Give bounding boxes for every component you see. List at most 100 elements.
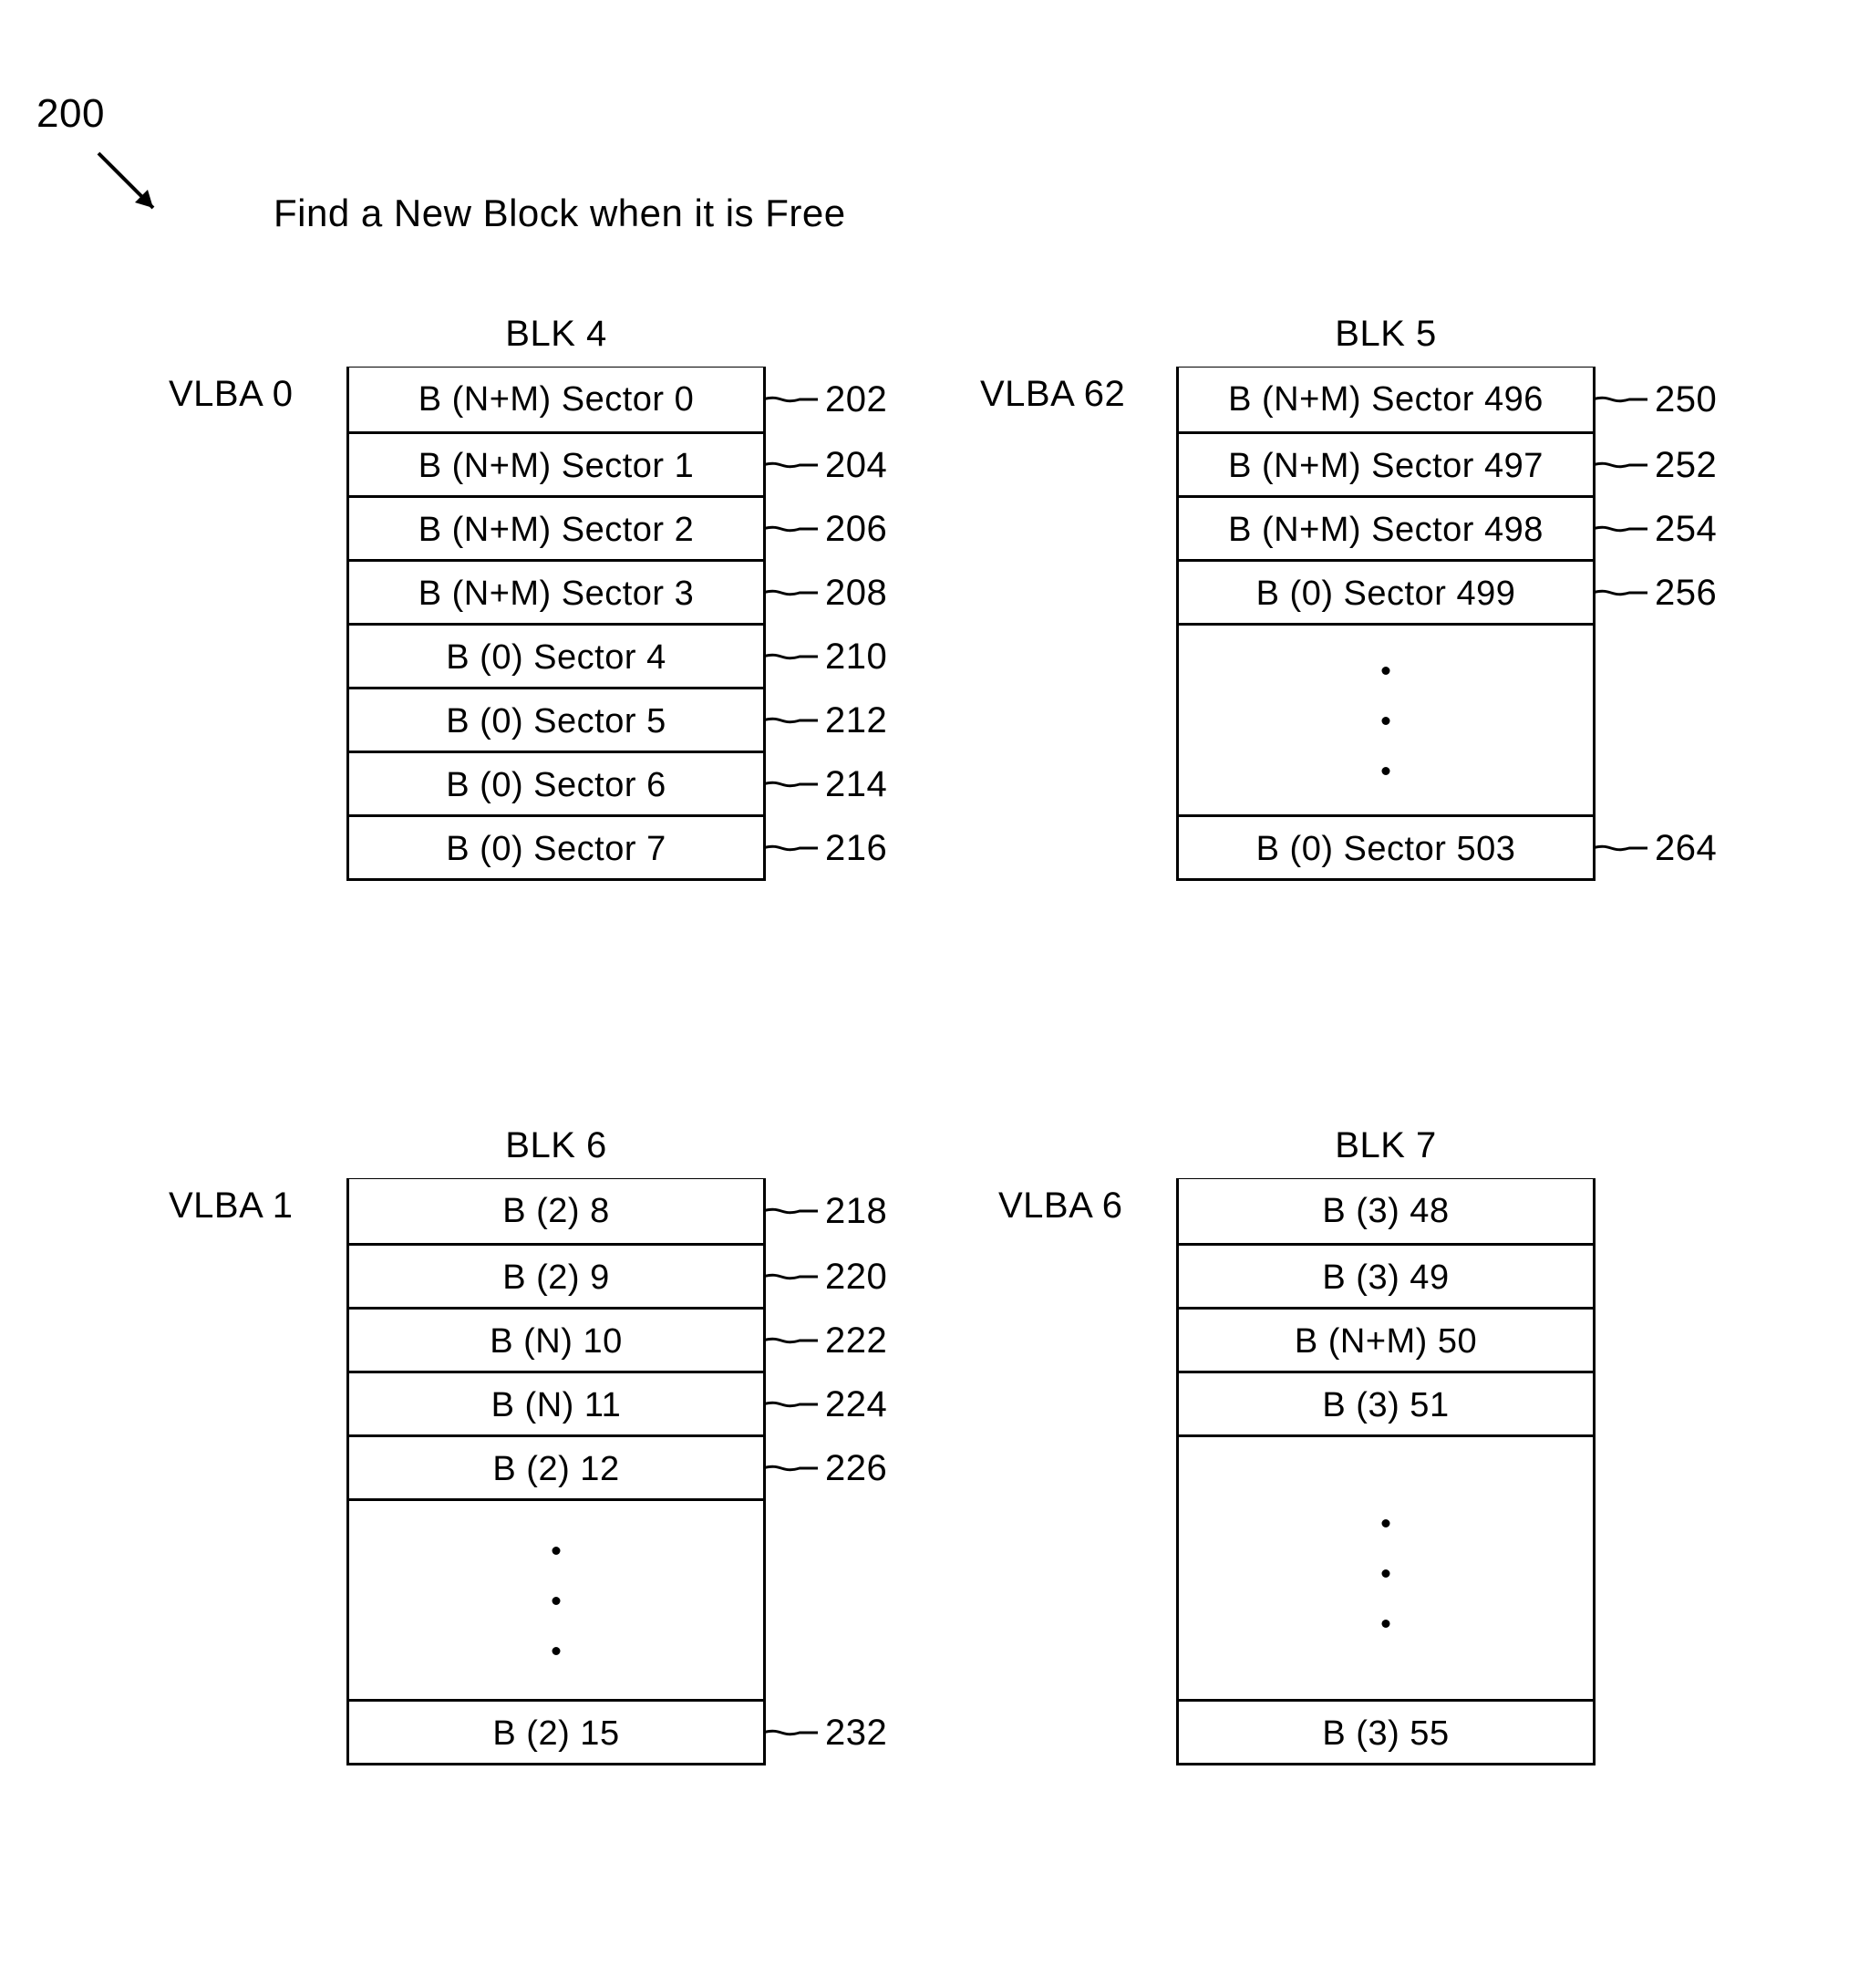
dot-icon	[1382, 767, 1390, 775]
callout-number: 264	[1655, 816, 1717, 880]
callout-number: 226	[825, 1436, 887, 1500]
ellipsis-row	[1179, 623, 1593, 814]
callout-number: 222	[825, 1309, 887, 1372]
sector-text: B (N+M) 50	[1295, 1322, 1477, 1361]
vlba-label: VLBA 62	[980, 374, 1125, 415]
callout: 208	[763, 575, 887, 611]
sector-text: B (3) 55	[1322, 1714, 1449, 1753]
sector-text: B (0) Sector 5	[446, 702, 666, 740]
sector-row: B (N+M) Sector 497 252	[1179, 431, 1593, 495]
blk-label: BLK 5	[1176, 314, 1596, 355]
sector-row: B (N) 10 222	[349, 1307, 763, 1371]
diagram-canvas: 200 Find a New Block when it is Free VLB…	[0, 0, 1859, 1988]
ellipsis-row	[1179, 1434, 1593, 1699]
dot-icon	[1382, 1519, 1390, 1527]
callout: 218	[763, 1193, 887, 1229]
callout-number: 220	[825, 1245, 887, 1309]
sector-row: B (3) 49	[1179, 1243, 1593, 1307]
dot-icon	[1382, 1620, 1390, 1628]
sector-text: B (N+M) Sector 3	[418, 575, 695, 613]
sector-row: B (N+M) Sector 1 204	[349, 431, 763, 495]
callout-number: 214	[825, 752, 887, 816]
callout: 216	[763, 830, 887, 866]
sector-text: B (0) Sector 6	[446, 766, 666, 804]
ref-arrow	[91, 146, 173, 228]
figure-ref-number: 200	[36, 91, 105, 137]
sector-row: B (2) 8 218	[349, 1179, 763, 1243]
callout-number: 224	[825, 1372, 887, 1436]
sector-row: B (N+M) Sector 496 250	[1179, 368, 1593, 431]
callout: 232	[763, 1714, 887, 1751]
sector-row: B (N+M) Sector 0 202	[349, 368, 763, 431]
callout: 210	[763, 638, 887, 675]
dot-icon	[553, 1547, 561, 1555]
sector-text: B (3) 49	[1322, 1258, 1449, 1297]
callout: 212	[763, 702, 887, 739]
callout-number: 206	[825, 497, 887, 561]
sector-row: B (2) 12 226	[349, 1434, 763, 1498]
sector-text: B (2) 8	[502, 1192, 610, 1230]
sector-row: B (0) Sector 6 214	[349, 751, 763, 814]
callout-number: 254	[1655, 497, 1717, 561]
sector-row: B (0) Sector 4 210	[349, 623, 763, 687]
vlba-label: VLBA 6	[998, 1186, 1122, 1227]
callout-number: 252	[1655, 433, 1717, 497]
callout-number: 202	[825, 368, 887, 431]
vlba-label: VLBA 0	[169, 374, 293, 415]
callout: 224	[763, 1386, 887, 1423]
callout-number: 250	[1655, 368, 1717, 431]
diagram-title: Find a New Block when it is Free	[274, 192, 846, 235]
sector-text: B (N) 11	[491, 1386, 622, 1424]
dot-icon	[1382, 667, 1390, 675]
sector-row: B (0) Sector 5 212	[349, 687, 763, 751]
sector-text: B (0) Sector 503	[1256, 830, 1516, 868]
dot-icon	[553, 1647, 561, 1655]
callout-number: 218	[825, 1179, 887, 1243]
sector-row: B (0) Sector 499 256	[1179, 559, 1593, 623]
sector-row: B (0) Sector 7 216	[349, 814, 763, 878]
callout-number: 208	[825, 561, 887, 625]
blk-label: BLK 7	[1176, 1125, 1596, 1166]
callout: 220	[763, 1258, 887, 1295]
callout: 214	[763, 766, 887, 802]
sector-text: B (0) Sector 7	[446, 830, 666, 868]
sector-text: B (2) 15	[492, 1714, 619, 1753]
callout-number: 204	[825, 433, 887, 497]
sector-row: B (N) 11 224	[349, 1371, 763, 1434]
sector-row: B (3) 55	[1179, 1699, 1593, 1763]
dot-icon	[1382, 717, 1390, 725]
callout-number: 212	[825, 689, 887, 752]
blk-label: BLK 4	[346, 314, 766, 355]
sector-text: B (2) 9	[502, 1258, 610, 1297]
dot-icon	[553, 1597, 561, 1605]
sector-row: B (N+M) 50	[1179, 1307, 1593, 1371]
callout: 256	[1593, 575, 1717, 611]
sector-row: B (3) 51	[1179, 1371, 1593, 1434]
callout: 254	[1593, 511, 1717, 547]
vlba-label: VLBA 1	[169, 1186, 293, 1227]
callout-number: 216	[825, 816, 887, 880]
sector-text: B (N+M) Sector 496	[1228, 380, 1544, 419]
sector-text: B (0) Sector 4	[446, 638, 666, 677]
callout-number: 210	[825, 625, 887, 689]
callout: 226	[763, 1450, 887, 1486]
sector-row: B (2) 9 220	[349, 1243, 763, 1307]
sector-text: B (N) 10	[490, 1322, 622, 1361]
callout: 202	[763, 381, 887, 418]
blk-label: BLK 6	[346, 1125, 766, 1166]
sector-text: B (3) 48	[1322, 1192, 1449, 1230]
callout-number: 256	[1655, 561, 1717, 625]
callout: 222	[763, 1322, 887, 1359]
sector-text: B (N+M) Sector 0	[418, 380, 695, 419]
sector-text: B (0) Sector 499	[1256, 575, 1516, 613]
callout: 204	[763, 447, 887, 483]
sector-row: B (0) Sector 503 264	[1179, 814, 1593, 878]
callout: 250	[1593, 381, 1717, 418]
callout: 206	[763, 511, 887, 547]
sector-text: B (N+M) Sector 1	[418, 447, 695, 485]
sector-row: B (2) 15 232	[349, 1699, 763, 1763]
sector-table: B (N+M) Sector 0 202 B (N+M) Sector 1 20…	[346, 367, 766, 881]
callout: 252	[1593, 447, 1717, 483]
sector-text: B (N+M) Sector 498	[1228, 511, 1544, 549]
sector-row: B (N+M) Sector 2 206	[349, 495, 763, 559]
